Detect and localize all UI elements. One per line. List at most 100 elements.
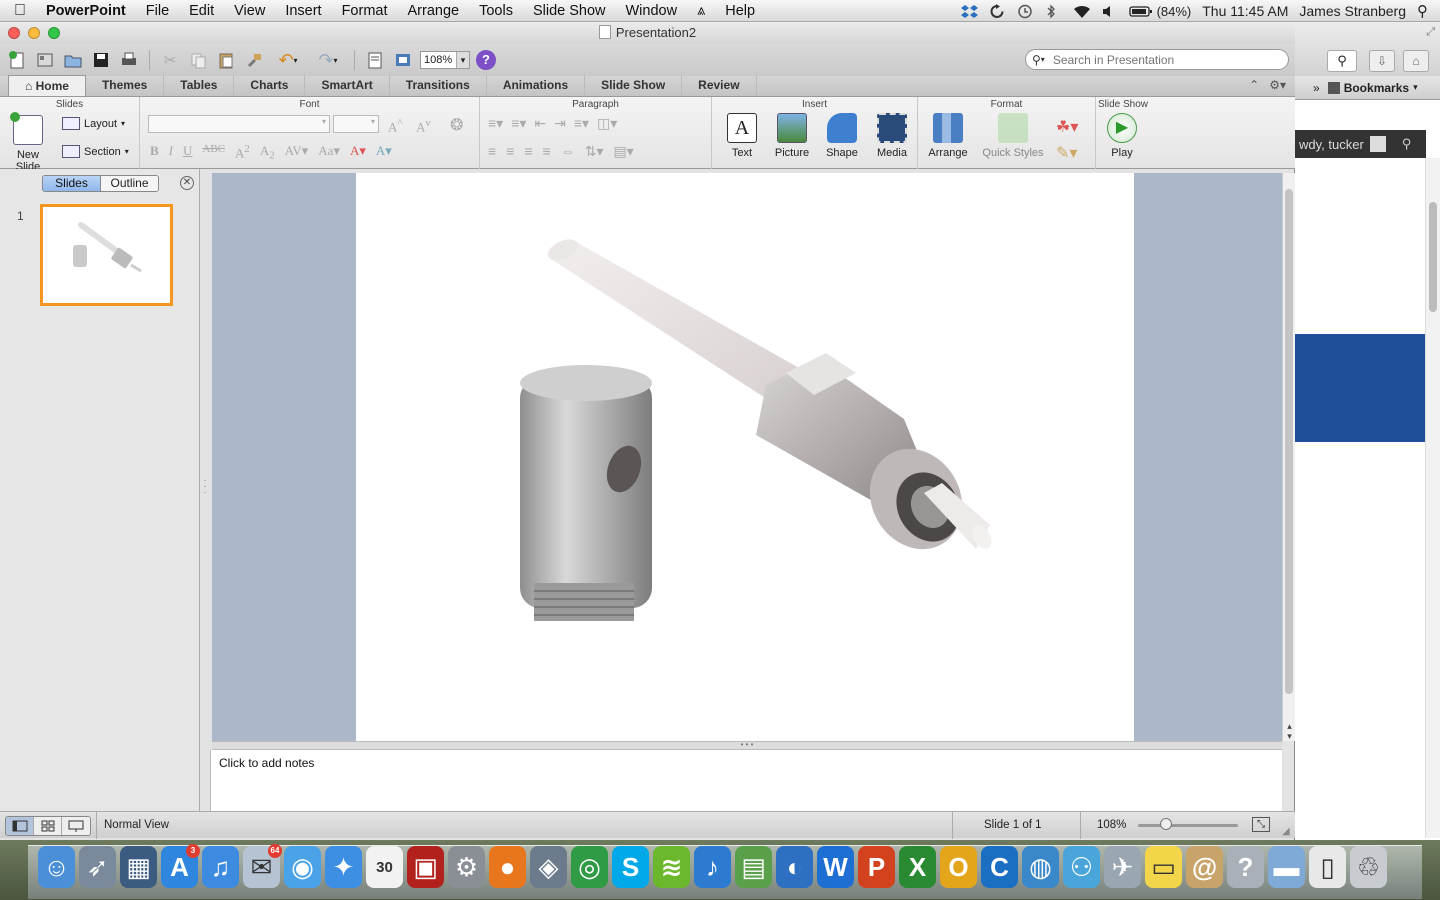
time-machine-icon[interactable] bbox=[1017, 4, 1034, 19]
columns-icon[interactable]: ◫▾ bbox=[597, 115, 617, 132]
resize-arrows-icon[interactable]: ⤢ bbox=[1426, 26, 1435, 39]
minimize-window-button[interactable] bbox=[28, 27, 40, 39]
volume-icon[interactable] bbox=[1101, 4, 1118, 19]
italic-icon[interactable]: I bbox=[169, 143, 173, 162]
bold-icon[interactable]: B bbox=[150, 143, 159, 162]
notes-pane[interactable]: Click to add notes bbox=[210, 750, 1282, 812]
browser-scroll-thumb[interactable] bbox=[1429, 202, 1437, 312]
tab-slide-show[interactable]: Slide Show bbox=[585, 75, 683, 96]
menu-slide-show[interactable]: Slide Show bbox=[523, 3, 616, 19]
stickies-icon[interactable]: ▭ bbox=[1145, 846, 1182, 888]
slide-scrollbar[interactable]: ▴ ▾ bbox=[1282, 173, 1295, 741]
increase-font-size-icon[interactable]: A^ bbox=[388, 117, 402, 135]
undo-button[interactable]: ↶ ▾ bbox=[271, 49, 305, 71]
justify-icon[interactable]: ≡ bbox=[543, 143, 551, 160]
download-button[interactable]: ⇩ bbox=[1369, 50, 1395, 72]
network-utility-icon[interactable]: ✈ bbox=[1104, 846, 1141, 888]
strikethrough-icon[interactable]: ABC bbox=[202, 143, 225, 162]
notes-placeholder[interactable]: Click to add notes bbox=[219, 756, 314, 770]
bookmarks-menu[interactable]: Bookmarks bbox=[1344, 81, 1409, 95]
tab-charts[interactable]: Charts bbox=[234, 75, 306, 96]
text-direction-icon[interactable]: ⇅▾ bbox=[585, 143, 604, 160]
sync-icon[interactable] bbox=[989, 3, 1006, 19]
help-viewer-icon[interactable]: ? bbox=[1227, 846, 1264, 888]
font-name-select[interactable]: ▾ bbox=[148, 115, 330, 133]
mail-stamp-icon[interactable]: ✉ 64 bbox=[243, 844, 282, 888]
redo-button[interactable]: ↷ ▾ bbox=[311, 49, 345, 71]
iphoto-icon[interactable]: ◈ bbox=[530, 846, 567, 888]
battery-icon[interactable] bbox=[1128, 4, 1152, 19]
character-spacing-icon[interactable]: AV▾ bbox=[285, 143, 309, 162]
tab-themes[interactable]: Themes bbox=[86, 75, 165, 96]
paste-button[interactable] bbox=[215, 49, 237, 71]
shape-fill-icon[interactable]: ☘▾ bbox=[1056, 117, 1078, 137]
spotify-icon[interactable]: ≋ bbox=[653, 846, 690, 888]
save-button[interactable] bbox=[90, 49, 112, 71]
tab-smartart[interactable]: SmartArt bbox=[305, 75, 390, 96]
picture-button[interactable]: Picture bbox=[768, 113, 816, 159]
close-panel-icon[interactable]: ✕ bbox=[180, 176, 194, 190]
document-stack-icon[interactable]: ▯ bbox=[1309, 846, 1346, 888]
menu-window[interactable]: Window bbox=[616, 3, 688, 19]
menu-format[interactable]: Format bbox=[332, 3, 398, 19]
zoom-slider-handle[interactable] bbox=[1160, 818, 1172, 830]
lync-icon[interactable]: C bbox=[981, 846, 1018, 888]
search-input[interactable] bbox=[1052, 52, 1263, 67]
menu-view[interactable]: View bbox=[224, 3, 275, 19]
photo-booth-icon[interactable]: ▣ bbox=[407, 846, 444, 888]
zoom-select[interactable]: 108% bbox=[420, 51, 470, 69]
increase-indent-icon[interactable]: ⇥ bbox=[554, 115, 566, 132]
facetime-chat-icon[interactable]: ◉ bbox=[284, 846, 321, 888]
user-name[interactable]: James Stranberg bbox=[1299, 3, 1406, 19]
section-button[interactable]: Section ▾ bbox=[62, 145, 129, 158]
cut-button[interactable]: ✂ bbox=[159, 49, 181, 71]
system-preferences-icon[interactable]: ⚙ bbox=[448, 846, 485, 888]
menu-edit[interactable]: Edit bbox=[179, 3, 224, 19]
resize-grip-icon[interactable]: ◢ bbox=[1282, 826, 1290, 837]
onenote-icon[interactable]: O bbox=[940, 846, 977, 888]
word-icon[interactable]: W bbox=[817, 846, 854, 888]
zoom-window-button[interactable] bbox=[48, 27, 60, 39]
clock[interactable]: Thu 11:45 AM bbox=[1202, 3, 1288, 19]
text-button[interactable]: A Text bbox=[718, 113, 766, 159]
new-button[interactable] bbox=[6, 49, 28, 71]
open-button[interactable] bbox=[62, 49, 84, 71]
numbering-icon[interactable]: ≡▾ bbox=[511, 115, 526, 132]
notes-splitter[interactable]: • • • bbox=[212, 741, 1282, 750]
outlook-icon[interactable]: ◐ bbox=[776, 846, 813, 888]
align-text-icon[interactable]: ▤▾ bbox=[613, 143, 633, 160]
menu-insert[interactable]: Insert bbox=[275, 3, 331, 19]
media-button[interactable]: Media bbox=[868, 113, 916, 159]
line-spacing-icon[interactable]: ≡▾ bbox=[574, 115, 589, 132]
distributed-icon[interactable]: ⇔ bbox=[561, 143, 575, 160]
launchpad-icon[interactable]: ➶ bbox=[79, 846, 116, 888]
scroll-arrows-icon[interactable]: ▴ ▾ bbox=[1283, 721, 1296, 741]
tab-tables[interactable]: Tables bbox=[164, 75, 235, 96]
slide[interactable] bbox=[356, 173, 1134, 741]
home-button[interactable]: ⌂ bbox=[1403, 50, 1429, 72]
search-box[interactable]: ⚲ ▾ bbox=[1025, 49, 1289, 70]
text-effects-icon[interactable]: A▾ bbox=[376, 143, 392, 162]
itunes-radio-icon[interactable]: ♪ bbox=[694, 846, 731, 888]
battery-percent[interactable]: (84%) bbox=[1157, 4, 1192, 19]
format-painter-button[interactable] bbox=[243, 49, 265, 71]
script-menu-icon[interactable]: ⩓ bbox=[687, 3, 715, 19]
downloads-globe-icon[interactable]: ◍ bbox=[1022, 846, 1059, 888]
shape-outline-icon[interactable]: ✎▾ bbox=[1056, 143, 1077, 163]
search-icon[interactable]: ⚲ bbox=[1402, 136, 1412, 152]
app-store-icon[interactable]: A3 bbox=[161, 844, 200, 888]
menu-arrange[interactable]: Arrange bbox=[398, 3, 470, 19]
decrease-indent-icon[interactable]: ⇤ bbox=[534, 115, 546, 132]
align-left-icon[interactable]: ≡ bbox=[488, 143, 496, 160]
font-color-icon[interactable]: A▾ bbox=[350, 143, 366, 162]
font-size-select[interactable]: ▾ bbox=[333, 115, 379, 133]
tab-outline[interactable]: Outline bbox=[101, 176, 158, 191]
messenger-icon[interactable]: ⚇ bbox=[1063, 846, 1100, 888]
spotlight-icon[interactable]: ⚲ bbox=[1417, 2, 1428, 20]
apple-menu-icon[interactable]:  bbox=[0, 2, 40, 20]
excel-icon[interactable]: X bbox=[899, 846, 936, 888]
new-slide-button[interactable]: New Slide bbox=[4, 112, 52, 173]
copy-button[interactable] bbox=[187, 49, 209, 71]
quick-styles-button[interactable]: Quick Styles bbox=[980, 113, 1046, 159]
shape-button[interactable]: Shape bbox=[818, 113, 866, 159]
